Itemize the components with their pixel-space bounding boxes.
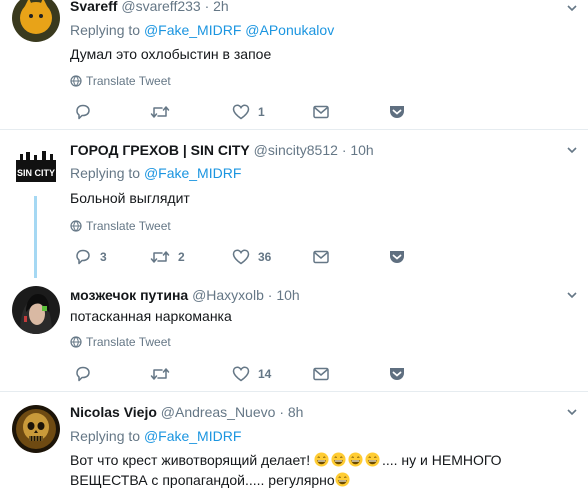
reply-icon (76, 104, 90, 120)
like-icon (232, 104, 250, 120)
retweet-button[interactable]: 2 (150, 247, 185, 267)
tweet-text: Больной выглядит (70, 190, 190, 206)
retweet-button[interactable] (150, 102, 178, 122)
username[interactable]: @svareff233 (121, 0, 200, 14)
direct-message-button[interactable] (312, 364, 330, 384)
reply-icon (76, 249, 90, 265)
username[interactable]: @Andreas_Nuevo (161, 404, 276, 420)
tweet-actions: 1 (70, 102, 430, 122)
grinning-emoji-icon (331, 452, 346, 467)
tweet-sincity[interactable]: SIN CITY ГОРОД ГРЕХОВ | SIN CITY @sincit… (0, 140, 588, 276)
tweet-text: потасканная наркоманка (70, 308, 232, 324)
avatar-logo-text: SIN CITY (17, 168, 55, 178)
translate-tweet-link[interactable]: Translate Tweet (70, 73, 171, 89)
direct-message-button[interactable] (312, 247, 330, 267)
grinning-emoji-icon (365, 452, 380, 467)
like-icon (232, 366, 250, 382)
message-icon (313, 367, 329, 381)
tweet-actions: 3 2 36 (70, 247, 430, 267)
direct-message-button[interactable] (312, 102, 330, 122)
reply-count: 3 (100, 250, 107, 264)
like-button[interactable]: 14 (232, 364, 271, 384)
display-name[interactable]: ГОРОД ГРЕХОВ | SIN CITY (70, 142, 250, 158)
display-name[interactable]: Svareff (70, 0, 117, 14)
tweet-separator (0, 129, 588, 130)
pocket-icon (390, 251, 404, 263)
tweet-header: Nicolas Viejo @Andreas_Nuevo · 8h (70, 403, 303, 421)
message-icon (313, 105, 329, 119)
avatar[interactable]: SIN CITY (12, 146, 60, 194)
reply-icon (76, 366, 90, 382)
avatar[interactable] (12, 0, 60, 42)
tweet-header: ГОРОД ГРЕХОВ | SIN CITY @sincity8512 · 1… (70, 141, 374, 159)
reply-button[interactable] (74, 102, 100, 122)
chevron-down-icon[interactable] (566, 406, 578, 418)
reply-button[interactable] (74, 364, 100, 384)
pocket-icon (390, 106, 404, 118)
like-button[interactable]: 36 (232, 247, 271, 267)
reply-mentions-link[interactable]: @Fake_MIDRF (144, 165, 241, 181)
pocket-button[interactable] (388, 364, 406, 384)
like-count: 14 (258, 367, 272, 381)
pocket-button[interactable] (388, 247, 406, 267)
tweet-header: мозжечок путина @Haxyxolb · 10h (70, 286, 300, 304)
tweet-haxyxolb[interactable]: мозжечок путина @Haxyxolb · 10h потаскан… (0, 284, 588, 388)
globe-icon (70, 220, 82, 232)
timestamp[interactable]: · 10h (342, 142, 374, 158)
retweet-icon (150, 368, 170, 380)
pocket-button[interactable] (388, 102, 406, 122)
message-icon (313, 250, 329, 264)
tweet-header: Svareff @svareff233 · 2h (70, 0, 229, 15)
retweet-button[interactable] (150, 364, 178, 384)
tweet-text: Думал это охлобыстин в запое (70, 46, 272, 62)
tweet-text-line-1: Вот что крест животворящий делает! .... … (70, 452, 502, 468)
replying-to: Replying to @Fake_MIDRF @APonukalov (70, 22, 335, 38)
display-name[interactable]: Nicolas Viejo (70, 404, 157, 420)
avatar[interactable] (12, 286, 60, 334)
avatar[interactable] (12, 405, 60, 453)
retweet-count: 2 (178, 250, 185, 264)
like-count: 36 (258, 250, 272, 264)
retweet-icon (150, 106, 170, 118)
tweet-actions: 14 (70, 364, 430, 384)
globe-icon (70, 336, 82, 348)
tweet-separator (0, 391, 588, 392)
grinning-emoji-icon (348, 452, 363, 467)
grinning-emoji-icon (335, 472, 350, 487)
tweet-nicolas-viejo[interactable]: Nicolas Viejo @Andreas_Nuevo · 8h Replyi… (0, 400, 588, 498)
reply-mentions-link[interactable]: @Fake_MIDRF @APonukalov (144, 22, 334, 38)
username[interactable]: @sincity8512 (254, 142, 338, 158)
translate-tweet-link[interactable]: Translate Tweet (70, 334, 171, 350)
tweet-svareff[interactable]: Svareff @svareff233 · 2h Replying to @Fa… (0, 0, 588, 128)
replying-to: Replying to @Fake_MIDRF (70, 165, 242, 181)
timestamp[interactable]: · 2h (205, 0, 229, 14)
replying-to: Replying to @Fake_MIDRF (70, 428, 242, 444)
grinning-emoji-icon (314, 452, 329, 467)
reply-button[interactable]: 3 (74, 247, 107, 267)
reply-mentions-link[interactable]: @Fake_MIDRF (144, 428, 241, 444)
chevron-down-icon[interactable] (566, 2, 578, 14)
chevron-down-icon[interactable] (566, 289, 578, 301)
translate-tweet-link[interactable]: Translate Tweet (70, 218, 171, 234)
like-icon (232, 249, 250, 265)
like-button[interactable]: 1 (232, 102, 265, 122)
globe-icon (70, 75, 82, 87)
chevron-down-icon[interactable] (566, 144, 578, 156)
timestamp[interactable]: · 8h (279, 404, 303, 420)
retweet-icon (150, 251, 170, 263)
display-name[interactable]: мозжечок путина (70, 287, 188, 303)
username[interactable]: @Haxyxolb (192, 287, 264, 303)
pocket-icon (390, 368, 404, 380)
tweet-text-line-2: ВЕЩЕСТВА с пропагандой..... регулярно (70, 470, 352, 490)
timestamp[interactable]: · 10h (268, 287, 300, 303)
